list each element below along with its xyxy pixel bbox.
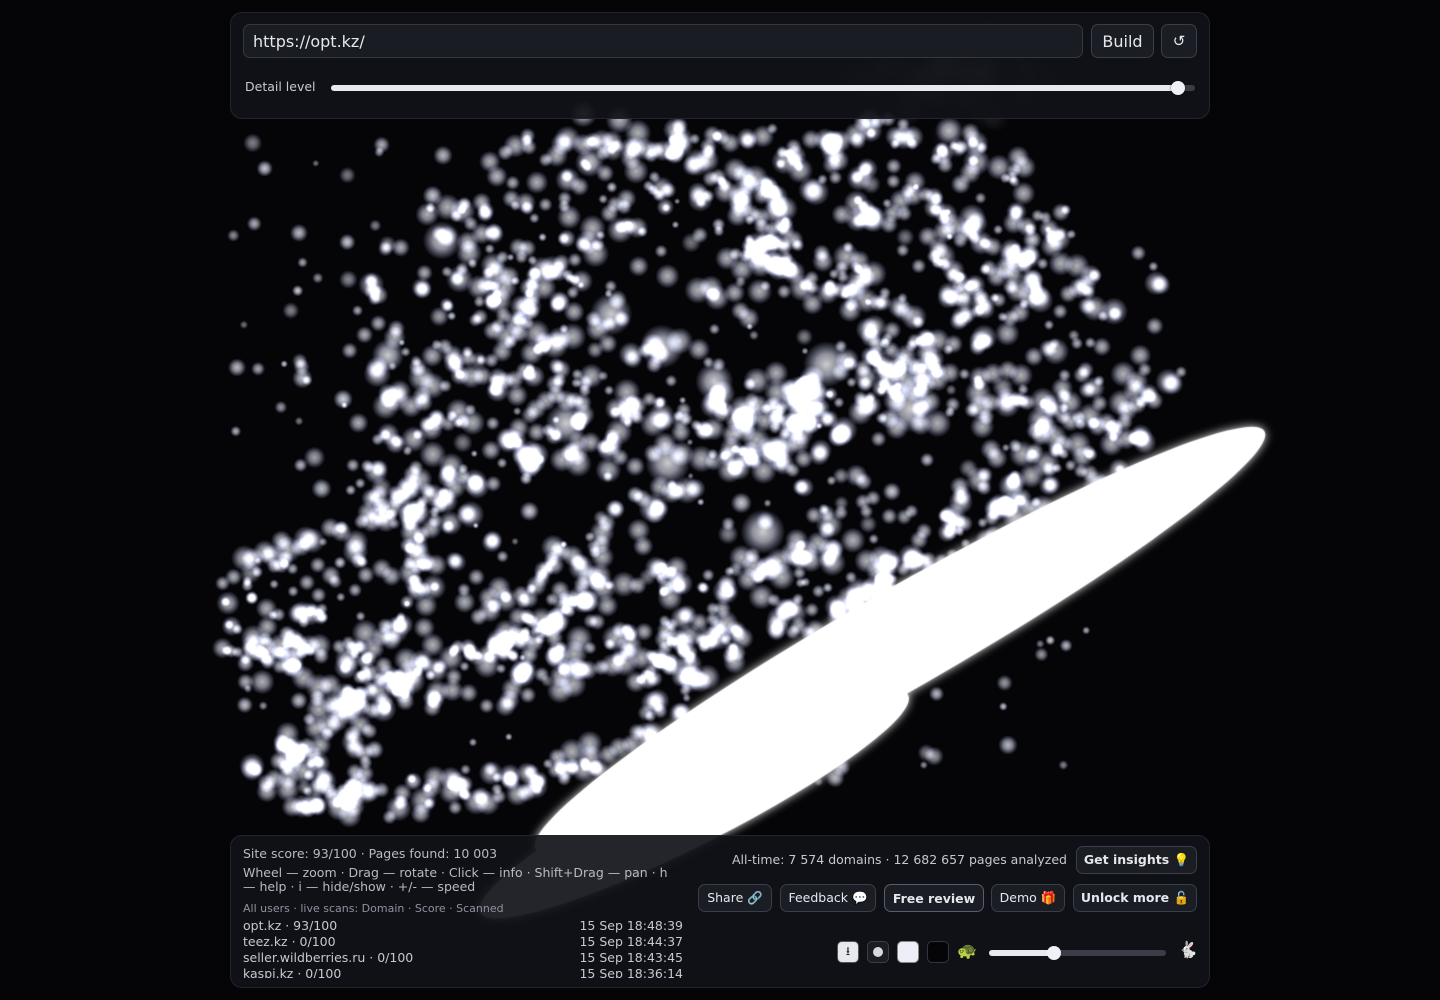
list-item[interactable]: teez.kz · 0/100 15 Sep 18:44:37: [243, 934, 683, 950]
site-score-text: Site score: 93/100 · Pages found: 10 003: [243, 846, 498, 861]
speed-thumb[interactable]: [1047, 946, 1062, 960]
detail-level-fill: [331, 85, 1178, 91]
detail-level-thumb[interactable]: [1170, 81, 1185, 95]
help-text: Wheel — zoom · Drag — rotate · Click — i…: [243, 865, 668, 894]
reset-icon: ↺: [1172, 32, 1186, 50]
get-insights-button[interactable]: Get insights 💡: [1076, 846, 1197, 874]
rabbit-icon: 🐇: [1178, 940, 1198, 959]
live-scans-header: All users · live scans: Domain · Score ·…: [243, 902, 504, 915]
scan-site: teez.kz · 0/100: [243, 934, 336, 949]
list-item[interactable]: seller.wildberries.ru · 0/100 15 Sep 18:…: [243, 950, 683, 966]
url-panel: Build ↺ Detail level: [230, 12, 1210, 119]
detail-level-slider[interactable]: [331, 81, 1195, 95]
speed-slider[interactable]: [989, 946, 1166, 960]
list-item[interactable]: opt.kz · 93/100 15 Sep 18:48:39: [243, 918, 683, 934]
live-scans-list: opt.kz · 93/100 15 Sep 18:48:39 teez.kz …: [243, 918, 683, 978]
scan-site: opt.kz · 93/100: [243, 918, 338, 933]
scan-time: 15 Sep 18:44:37: [579, 934, 683, 949]
reset-button[interactable]: ↺: [1161, 24, 1197, 58]
scan-time: 15 Sep 18:36:14: [579, 966, 683, 978]
free-review-button[interactable]: Free review: [884, 884, 984, 912]
scan-site: seller.wildberries.ru · 0/100: [243, 950, 414, 965]
point-style-button[interactable]: [867, 941, 889, 963]
url-input[interactable]: [243, 24, 1083, 58]
dot-icon: [873, 947, 883, 957]
turtle-icon: 🐢: [957, 941, 977, 960]
light-theme-swatch[interactable]: [897, 941, 919, 963]
feedback-button[interactable]: Feedback 💬: [780, 884, 876, 912]
unlock-more-button[interactable]: Unlock more 🔓: [1073, 884, 1197, 912]
scan-site: kaspi.kz · 0/100: [243, 966, 342, 978]
share-button[interactable]: Share 🔗: [698, 884, 772, 912]
dark-theme-swatch[interactable]: [927, 941, 949, 963]
download-icon: ⭳: [845, 943, 851, 958]
alltime-stats: All-time: 7 574 domains · 12 682 657 pag…: [732, 852, 1067, 867]
scan-time: 15 Sep 18:48:39: [579, 918, 683, 933]
list-item[interactable]: kaspi.kz · 0/100 15 Sep 18:36:14: [243, 966, 683, 978]
status-panel: Site score: 93/100 · Pages found: 10 003…: [230, 835, 1210, 988]
build-button[interactable]: Build: [1091, 24, 1154, 58]
download-button[interactable]: ⭳: [837, 941, 859, 963]
demo-button[interactable]: Demo 🎁: [991, 884, 1065, 912]
detail-level-label: Detail level: [245, 79, 316, 94]
speed-fill: [989, 950, 1055, 956]
scan-time: 15 Sep 18:43:45: [579, 950, 683, 965]
